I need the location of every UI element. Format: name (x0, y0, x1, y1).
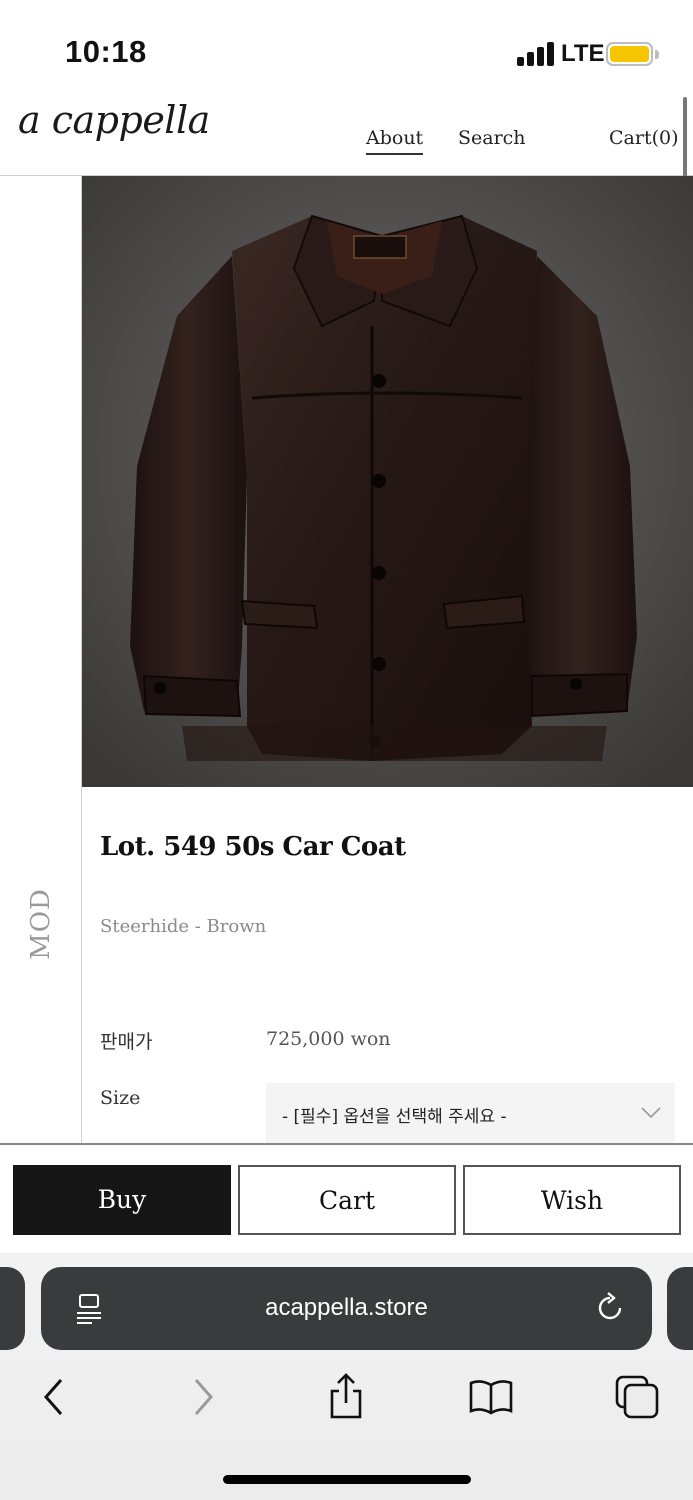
next-tab-preview[interactable] (667, 1267, 693, 1350)
add-to-cart-button[interactable]: Cart (238, 1165, 456, 1235)
reload-icon[interactable] (594, 1292, 626, 1324)
side-rail-label[interactable]: MOD (26, 888, 56, 960)
product-subtitle: Steerhide - Brown (100, 916, 267, 937)
product-image[interactable] (82, 176, 693, 787)
action-bar: Buy Cart Wish (0, 1143, 693, 1253)
wish-button[interactable]: Wish (463, 1165, 681, 1235)
price-label: 판매가 (100, 1031, 153, 1053)
carrier-label: LTE (561, 40, 605, 67)
size-select-value: - [필수] 옵션을 선택해 주세요 - (282, 1107, 507, 1127)
browser-toolbar: acappella.store (0, 1253, 693, 1500)
size-select[interactable]: - [필수] 옵션을 선택해 주세요 - (266, 1083, 675, 1143)
nav-about-link[interactable]: About (366, 127, 424, 155)
back-icon[interactable] (30, 1373, 78, 1421)
chevron-down-icon (641, 1107, 661, 1119)
size-label: Size (100, 1087, 141, 1109)
share-icon[interactable] (322, 1373, 370, 1421)
nav-search-link[interactable]: Search (458, 127, 526, 149)
buy-button[interactable]: Buy (13, 1165, 231, 1235)
price-value: 725,000 won (266, 1028, 391, 1050)
site-header: a cappella About Search Cart(0) (0, 96, 693, 176)
signal-icon (517, 42, 555, 66)
previous-tab-preview[interactable] (0, 1267, 25, 1350)
tabs-icon[interactable] (613, 1373, 661, 1421)
forward-icon[interactable] (179, 1373, 227, 1421)
site-logo[interactable]: a cappella (18, 98, 210, 142)
status-bar: 10:18 LTE (0, 0, 693, 100)
battery-cap (655, 50, 659, 59)
bookmarks-icon[interactable] (467, 1373, 515, 1421)
product-title: Lot. 549 50s Car Coat (100, 832, 406, 862)
address-bar[interactable]: acappella.store (41, 1267, 652, 1350)
nav-cart-link[interactable]: Cart(0) (609, 127, 679, 149)
url-text: acappella.store (265, 1294, 428, 1321)
home-indicator[interactable] (223, 1475, 471, 1484)
product-photo-leather-coat (82, 176, 693, 787)
status-time: 10:18 (65, 34, 147, 69)
battery-icon (606, 42, 653, 66)
side-rail: MOD (0, 176, 82, 1143)
